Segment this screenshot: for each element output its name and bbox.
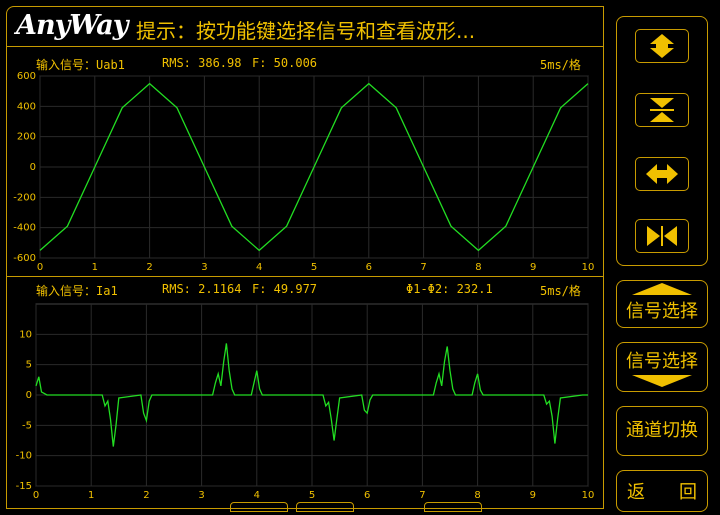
signal-select-up-button[interactable]: 信号选择 xyxy=(616,280,708,328)
x-tick-label: 7 xyxy=(420,262,426,272)
panel2-phase: Φ1-Φ2: 232.1 xyxy=(406,282,493,296)
x-tick-label: 1 xyxy=(88,490,94,500)
bottom-tab[interactable] xyxy=(296,502,354,512)
x-tick-label: 5 xyxy=(309,490,315,500)
channel-switch-label: 通道切换 xyxy=(626,420,698,441)
x-tick-label: 4 xyxy=(254,490,260,500)
x-tick-label: 0 xyxy=(37,262,43,272)
logo: AnyWay xyxy=(16,10,128,41)
x-tick-label: 2 xyxy=(146,262,152,272)
back-label-1: 返 xyxy=(627,482,645,503)
x-tick-label: 2 xyxy=(143,490,149,500)
voltage-waveform-chart: 0 1 2 3 4 5 6 7 8 9 10 600 400 200 0 -200 -400 -600 xyxy=(13,72,595,272)
compress-horizontal-button[interactable] xyxy=(635,219,689,253)
expand-vertical-button[interactable] xyxy=(635,29,689,63)
back-button[interactable]: 返 回 xyxy=(616,470,708,512)
y-tick-label: -200 xyxy=(13,192,36,203)
x-tick-label: 4 xyxy=(256,262,262,272)
x-tick-label: 3 xyxy=(201,262,207,272)
x-tick-label: 10 xyxy=(582,490,595,500)
x-tick-label: 1 xyxy=(92,262,98,272)
x-tick-label: 10 xyxy=(582,262,595,272)
panel1-signal-label: 输入信号：Uab1 xyxy=(36,58,125,72)
y-tick-label: -600 xyxy=(13,253,36,264)
compress-vertical-button[interactable] xyxy=(635,93,689,127)
expand-horizontal-button[interactable] xyxy=(635,157,689,191)
channel-switch-button[interactable]: 通道切换 xyxy=(616,406,708,456)
divider xyxy=(6,276,604,277)
x-tick-label: 8 xyxy=(474,490,480,500)
x-tick-label: 9 xyxy=(530,490,536,500)
x-tick-label: 5 xyxy=(311,262,317,272)
signal-select-down-label: 信号选择 xyxy=(626,351,698,372)
zoom-controls xyxy=(616,16,708,266)
x-tick-label: 6 xyxy=(366,262,372,272)
x-tick-label: 9 xyxy=(530,262,536,272)
hint-text: 提示：按功能键选择信号和查看波形... xyxy=(136,19,476,43)
x-tick-label: 3 xyxy=(198,490,204,500)
expand-horizontal-icon xyxy=(646,164,678,184)
y-tick-label: 0 xyxy=(26,390,32,401)
back-label-2: 回 xyxy=(679,482,697,503)
y-tick-label: 200 xyxy=(17,132,36,143)
y-tick-label: -400 xyxy=(13,223,36,234)
panel1-rms: RMS: 386.98 xyxy=(162,56,242,70)
y-tick-label: -10 xyxy=(16,451,32,462)
y-tick-label: 600 xyxy=(17,72,36,82)
y-tick-label: 10 xyxy=(19,329,32,340)
bottom-tab[interactable] xyxy=(424,502,482,512)
y-tick-label: -15 xyxy=(16,481,32,492)
signal-select-down-button[interactable]: 信号选择 xyxy=(616,342,708,392)
panel2-timebase: 5ms/格 xyxy=(540,284,581,298)
x-tick-label: 8 xyxy=(475,262,481,272)
y-tick-label: 400 xyxy=(17,101,36,112)
panel2-signal-label: 输入信号：Ia1 xyxy=(36,284,118,298)
compress-horizontal-icon xyxy=(647,226,677,246)
bottom-tab[interactable] xyxy=(230,502,288,512)
panel1-header: 输入信号：Uab1 RMS: 386.98 F: 50.006 5ms/格 xyxy=(12,54,602,74)
panel2-header: 输入信号：Ia1 RMS: 2.1164 F: 49.977 Φ1-Φ2: 23… xyxy=(12,280,602,300)
x-tick-label: 7 xyxy=(419,490,425,500)
panel1-freq: F: 50.006 xyxy=(252,56,318,70)
x-tick-label: 0 xyxy=(33,490,39,500)
panel1-timebase: 5ms/格 xyxy=(540,58,581,72)
y-tick-label: 0 xyxy=(30,162,36,173)
x-tick-label: 6 xyxy=(364,490,370,500)
divider xyxy=(6,46,604,47)
expand-vertical-icon xyxy=(650,34,674,58)
signal-select-up-label: 信号选择 xyxy=(626,301,698,322)
arrow-down-icon xyxy=(632,375,692,387)
y-tick-label: 5 xyxy=(26,360,32,371)
title-bar: AnyWay 提示：按功能键选择信号和查看波形... xyxy=(8,8,602,46)
current-waveform-chart: 0 1 2 3 4 5 6 7 8 9 10 10 5 0 -5 -10 -15 xyxy=(16,303,595,500)
panel2-rms: RMS: 2.1164 xyxy=(162,282,242,296)
arrow-up-icon xyxy=(632,283,692,295)
y-tick-label: -5 xyxy=(22,420,32,431)
panel2-freq: F: 49.977 xyxy=(252,282,318,296)
compress-vertical-icon xyxy=(650,98,674,122)
